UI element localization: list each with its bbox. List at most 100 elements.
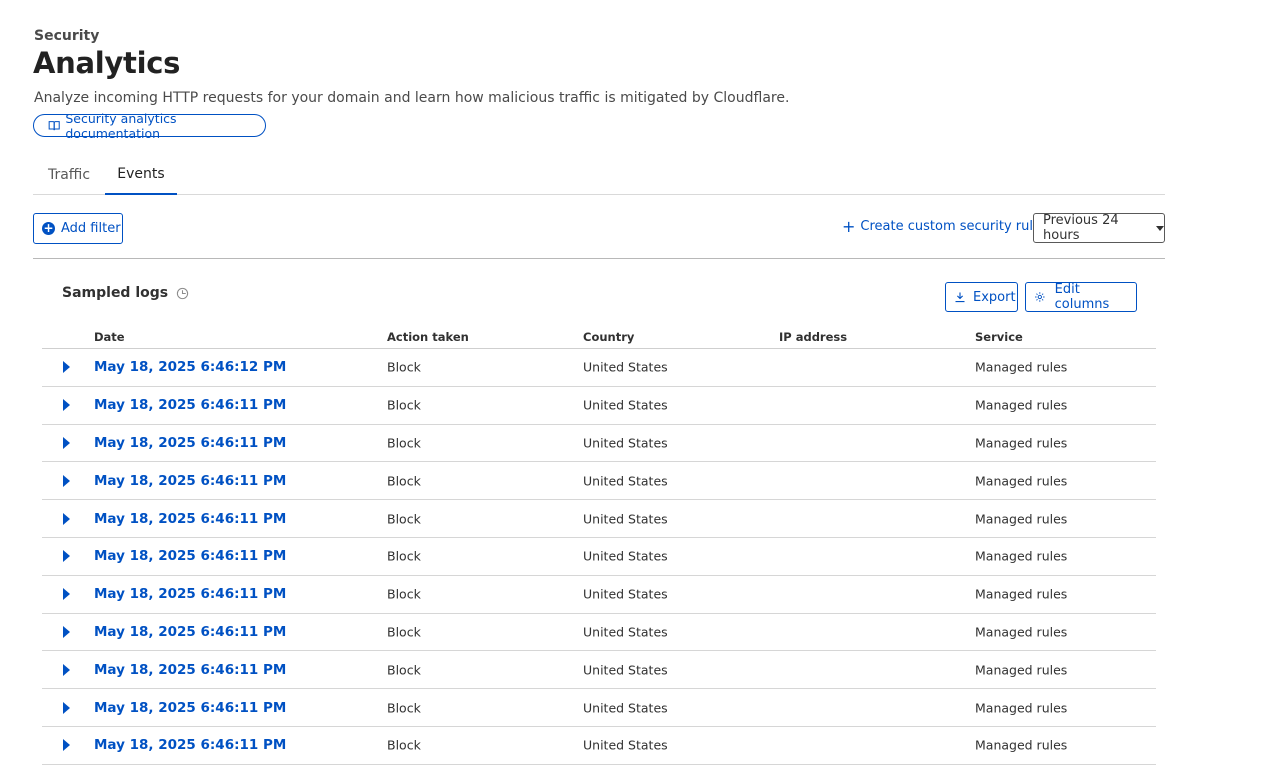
divider [33, 258, 1165, 259]
gear-icon [1035, 292, 1045, 302]
tab-bar: Traffic Events [33, 154, 1165, 195]
documentation-link[interactable]: Security analytics documentation [33, 111, 266, 141]
sampled-logs-heading: Sampled logs [62, 285, 189, 301]
row-date-link[interactable]: May 18, 2025 6:46:11 PM [94, 737, 286, 753]
time-range-select[interactable]: Previous 24 hours [1033, 213, 1165, 243]
download-icon [955, 292, 965, 303]
column-header-ip[interactable]: IP address [779, 330, 847, 344]
tab-traffic[interactable]: Traffic [33, 154, 105, 195]
row-service: Managed rules [975, 548, 1068, 564]
row-country: United States [583, 586, 668, 602]
row-date-link[interactable]: May 18, 2025 6:46:11 PM [94, 700, 286, 716]
row-country: United States [583, 624, 668, 640]
row-date-link[interactable]: May 18, 2025 6:46:11 PM [94, 586, 286, 602]
sampled-logs-title: Sampled logs [62, 285, 169, 301]
table-row[interactable]: May 18, 2025 6:46:12 PM Block United State… [42, 349, 1156, 387]
row-date-link[interactable]: May 18, 2025 6:46:11 PM [94, 548, 286, 564]
row-action: Block [387, 473, 421, 489]
table-row[interactable]: May 18, 2025 6:46:11 PM Block United State… [42, 576, 1156, 614]
row-action: Block [387, 359, 421, 375]
page-title: Analytics [33, 46, 181, 80]
sampled-logs-table: Date Action taken Country IP address Ser… [42, 324, 1156, 765]
row-date-link[interactable]: May 18, 2025 6:46:11 PM [94, 624, 286, 640]
export-label: Export [973, 289, 1016, 305]
row-country: United States [583, 473, 668, 489]
row-country: United States [583, 662, 668, 678]
column-header-action[interactable]: Action taken [387, 330, 469, 344]
column-header-date[interactable]: Date [94, 330, 125, 344]
expand-caret-icon[interactable] [63, 701, 70, 714]
time-range-value: Previous 24 hours [1043, 213, 1119, 243]
row-service: Managed rules [975, 700, 1068, 716]
expand-caret-icon[interactable] [63, 474, 70, 487]
expand-caret-icon[interactable] [63, 436, 70, 449]
plus-icon: + [842, 216, 856, 236]
expand-caret-icon[interactable] [63, 512, 70, 525]
row-country: United States [583, 435, 668, 451]
caret-down-icon [1156, 225, 1164, 231]
row-action: Block [387, 624, 421, 640]
row-action: Block [387, 548, 421, 564]
add-filter-label: Add filter [61, 221, 121, 236]
row-action: Block [387, 586, 421, 602]
row-date-link[interactable]: May 18, 2025 6:46:11 PM [94, 662, 286, 678]
table-row[interactable]: May 18, 2025 6:46:11 PM Block United State… [42, 462, 1156, 501]
row-country: United States [583, 700, 668, 716]
row-service: Managed rules [975, 359, 1068, 375]
plus-circle-icon: + [42, 221, 55, 235]
export-button[interactable]: Export [945, 282, 1018, 312]
table-row[interactable]: May 18, 2025 6:46:11 PM Block United State… [42, 614, 1156, 652]
tab-events[interactable]: Events [105, 154, 177, 195]
create-custom-rule-label: Create custom security rule [860, 219, 1041, 234]
expand-caret-icon[interactable] [63, 739, 70, 752]
row-service: Managed rules [975, 624, 1068, 640]
page-description: Analyze incoming HTTP requests for your … [34, 90, 790, 106]
row-action: Block [387, 737, 421, 753]
row-service: Managed rules [975, 662, 1068, 678]
book-icon [48, 121, 60, 131]
row-country: United States [583, 548, 668, 564]
column-header-service[interactable]: Service [975, 330, 1023, 344]
table-header: Date Action taken Country IP address Ser… [42, 324, 1156, 349]
create-custom-rule-link[interactable]: + Create custom security rule [842, 216, 1041, 236]
row-action: Block [387, 662, 421, 678]
clock-icon[interactable] [176, 287, 189, 300]
row-service: Managed rules [975, 737, 1068, 753]
table-row[interactable]: May 18, 2025 6:46:11 PM Block United State… [42, 689, 1156, 727]
expand-caret-icon[interactable] [63, 550, 70, 563]
row-action: Block [387, 397, 421, 413]
table-row[interactable]: May 18, 2025 6:46:11 PM Block United State… [42, 387, 1156, 425]
row-action: Block [387, 435, 421, 451]
row-date-link[interactable]: May 18, 2025 6:46:12 PM [94, 359, 286, 375]
row-date-link[interactable]: May 18, 2025 6:46:11 PM [94, 435, 286, 451]
table-row[interactable]: May 18, 2025 6:46:11 PM Block United State… [42, 651, 1156, 690]
row-date-link[interactable]: May 18, 2025 6:46:11 PM [94, 473, 286, 489]
row-country: United States [583, 397, 668, 413]
expand-caret-icon[interactable] [63, 361, 70, 374]
row-action: Block [387, 700, 421, 716]
table-row[interactable]: May 18, 2025 6:46:11 PM Block United State… [42, 425, 1156, 463]
row-date-link[interactable]: May 18, 2025 6:46:11 PM [94, 397, 286, 413]
row-service: Managed rules [975, 435, 1068, 451]
breadcrumb: Security [34, 28, 100, 44]
row-country: United States [583, 511, 668, 527]
row-service: Managed rules [975, 397, 1068, 413]
expand-caret-icon[interactable] [63, 663, 70, 676]
column-header-country[interactable]: Country [583, 330, 634, 344]
table-row[interactable]: May 18, 2025 6:46:11 PM Block United State… [42, 727, 1156, 765]
edit-columns-button[interactable]: Edit columns [1025, 282, 1137, 312]
expand-caret-icon[interactable] [63, 588, 70, 601]
row-date-link[interactable]: May 18, 2025 6:46:11 PM [94, 511, 286, 527]
table-row[interactable]: May 18, 2025 6:46:11 PM Block United State… [42, 500, 1156, 538]
expand-caret-icon[interactable] [63, 399, 70, 412]
add-filter-button[interactable]: + Add filter [33, 213, 123, 244]
row-country: United States [583, 359, 668, 375]
documentation-link-label: Security analytics documentation [65, 110, 177, 141]
expand-caret-icon[interactable] [63, 625, 70, 638]
edit-columns-label: Edit columns [1054, 282, 1110, 312]
row-country: United States [583, 737, 668, 753]
table-row[interactable]: May 18, 2025 6:46:11 PM Block United State… [42, 538, 1156, 576]
row-service: Managed rules [975, 586, 1068, 602]
row-service: Managed rules [975, 511, 1068, 527]
row-action: Block [387, 511, 421, 527]
